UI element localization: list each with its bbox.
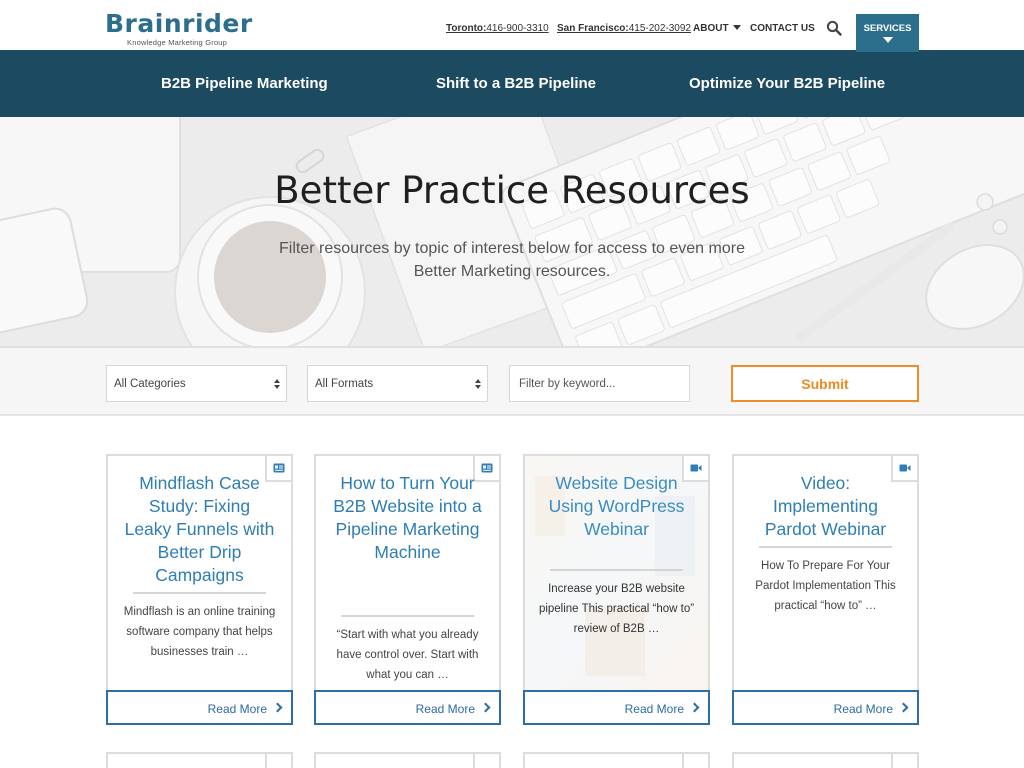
page-subtitle: Filter resources by topic of interest be… <box>279 240 745 280</box>
brand-name: Brainrider <box>105 9 253 38</box>
nav-about-label: ABOUT <box>693 23 729 34</box>
contact-city: San Francisco: <box>557 23 629 34</box>
hero-banner: Better Practice Resources Filter resourc… <box>0 117 1024 346</box>
subnav-item-optimize-pipeline[interactable]: Optimize Your B2B Pipeline <box>689 75 885 92</box>
contact-san-francisco[interactable]: San Francisco:415-202-3092 <box>557 23 691 34</box>
chevron-right-icon <box>689 702 700 713</box>
select-arrows-icon <box>274 379 280 391</box>
card-title[interactable]: Website Design Using WordPress Webinar <box>541 472 692 541</box>
pipeline-nav: B2B Pipeline Marketing Shift to a B2B Pi… <box>0 52 1024 117</box>
services-label: SERVICES <box>863 23 912 34</box>
card-type-badge <box>473 754 499 768</box>
contact-phone[interactable]: 415-202-3092 <box>629 23 691 34</box>
page-title: Better Practice Resources <box>274 169 750 212</box>
resource-card[interactable]: Video: Implementing Pardot Webinar How T… <box>732 454 919 725</box>
card-divider <box>133 592 266 594</box>
chevron-right-icon <box>898 702 909 713</box>
resource-card[interactable] <box>523 752 710 768</box>
resource-card[interactable]: How to Turn Your B2B Website into a Pipe… <box>314 454 501 725</box>
read-more-button[interactable]: Read More <box>732 690 919 725</box>
read-more-label: Read More <box>833 702 893 716</box>
card-excerpt: “Start with what you already have contro… <box>336 629 479 681</box>
category-select[interactable]: All Categories <box>106 365 287 402</box>
caret-down-icon <box>882 37 893 43</box>
card-title[interactable]: Mindflash Case Study: Fixing Leaky Funne… <box>124 472 275 587</box>
card-excerpt: How To Prepare For Your Pardot Implement… <box>755 560 896 612</box>
contact-phone[interactable]: 416-900-3310 <box>486 23 548 34</box>
read-more-label: Read More <box>415 702 475 716</box>
read-more-button[interactable]: Read More <box>314 690 501 725</box>
nav-about-menu[interactable]: ABOUT <box>693 23 741 34</box>
resource-filter-bar: All Categories All Formats Submit <box>0 346 1024 416</box>
card-divider <box>759 546 892 548</box>
card-title[interactable]: Video: Implementing Pardot Webinar <box>750 472 901 541</box>
caret-down-icon <box>732 25 741 30</box>
category-select-value: All Categories <box>114 378 186 390</box>
resource-card[interactable] <box>314 752 501 768</box>
select-arrows-icon <box>475 379 481 391</box>
resource-card[interactable] <box>732 752 919 768</box>
resource-card[interactable] <box>106 752 293 768</box>
resource-card[interactable]: Website Design Using WordPress Webinar I… <box>523 454 710 725</box>
keyword-filter-input[interactable] <box>509 365 690 402</box>
brand-logo[interactable]: Brainrider Knowledge Marketing Group <box>105 9 253 48</box>
read-more-label: Read More <box>207 702 267 716</box>
card-type-badge <box>265 754 291 768</box>
read-more-button[interactable]: Read More <box>523 690 710 725</box>
read-more-button[interactable]: Read More <box>106 690 293 725</box>
card-divider <box>550 569 683 571</box>
subnav-item-shift-to-pipeline[interactable]: Shift to a B2B Pipeline <box>436 75 596 92</box>
format-select[interactable]: All Formats <box>307 365 488 402</box>
card-divider <box>341 615 474 617</box>
contact-city: Toronto: <box>446 23 487 34</box>
card-body: How to Turn Your B2B Website into a Pipe… <box>316 456 499 690</box>
card-body: Mindflash Case Study: Fixing Leaky Funne… <box>108 456 291 690</box>
search-button[interactable] <box>826 20 842 36</box>
subnav-item-b2b-pipeline-marketing[interactable]: B2B Pipeline Marketing <box>161 75 328 92</box>
contact-toronto[interactable]: Toronto:416-900-3310 <box>446 23 549 34</box>
services-menu-button[interactable]: SERVICES <box>856 14 919 52</box>
submit-button[interactable]: Submit <box>731 365 919 402</box>
card-body: Website Design Using WordPress Webinar I… <box>525 456 708 690</box>
card-excerpt: Mindflash is an online training software… <box>123 606 276 658</box>
read-more-label: Read More <box>624 702 684 716</box>
card-excerpt: Increase your B2B website pipeline This … <box>538 583 695 635</box>
card-title[interactable]: How to Turn Your B2B Website into a Pipe… <box>332 472 483 564</box>
card-body: Video: Implementing Pardot Webinar How T… <box>734 456 917 690</box>
site-header: Brainrider Knowledge Marketing Group Tor… <box>0 0 1024 52</box>
chevron-right-icon <box>480 702 491 713</box>
resource-card[interactable]: Mindflash Case Study: Fixing Leaky Funne… <box>106 454 293 725</box>
search-icon <box>826 20 842 36</box>
card-type-badge <box>891 754 917 768</box>
format-select-value: All Formats <box>315 378 374 390</box>
brand-tagline: Knowledge Marketing Group <box>127 38 228 47</box>
nav-contact-us[interactable]: CONTACT US <box>750 23 815 34</box>
card-type-badge <box>682 754 708 768</box>
hero-desk-image <box>0 117 1024 346</box>
chevron-right-icon <box>272 702 283 713</box>
